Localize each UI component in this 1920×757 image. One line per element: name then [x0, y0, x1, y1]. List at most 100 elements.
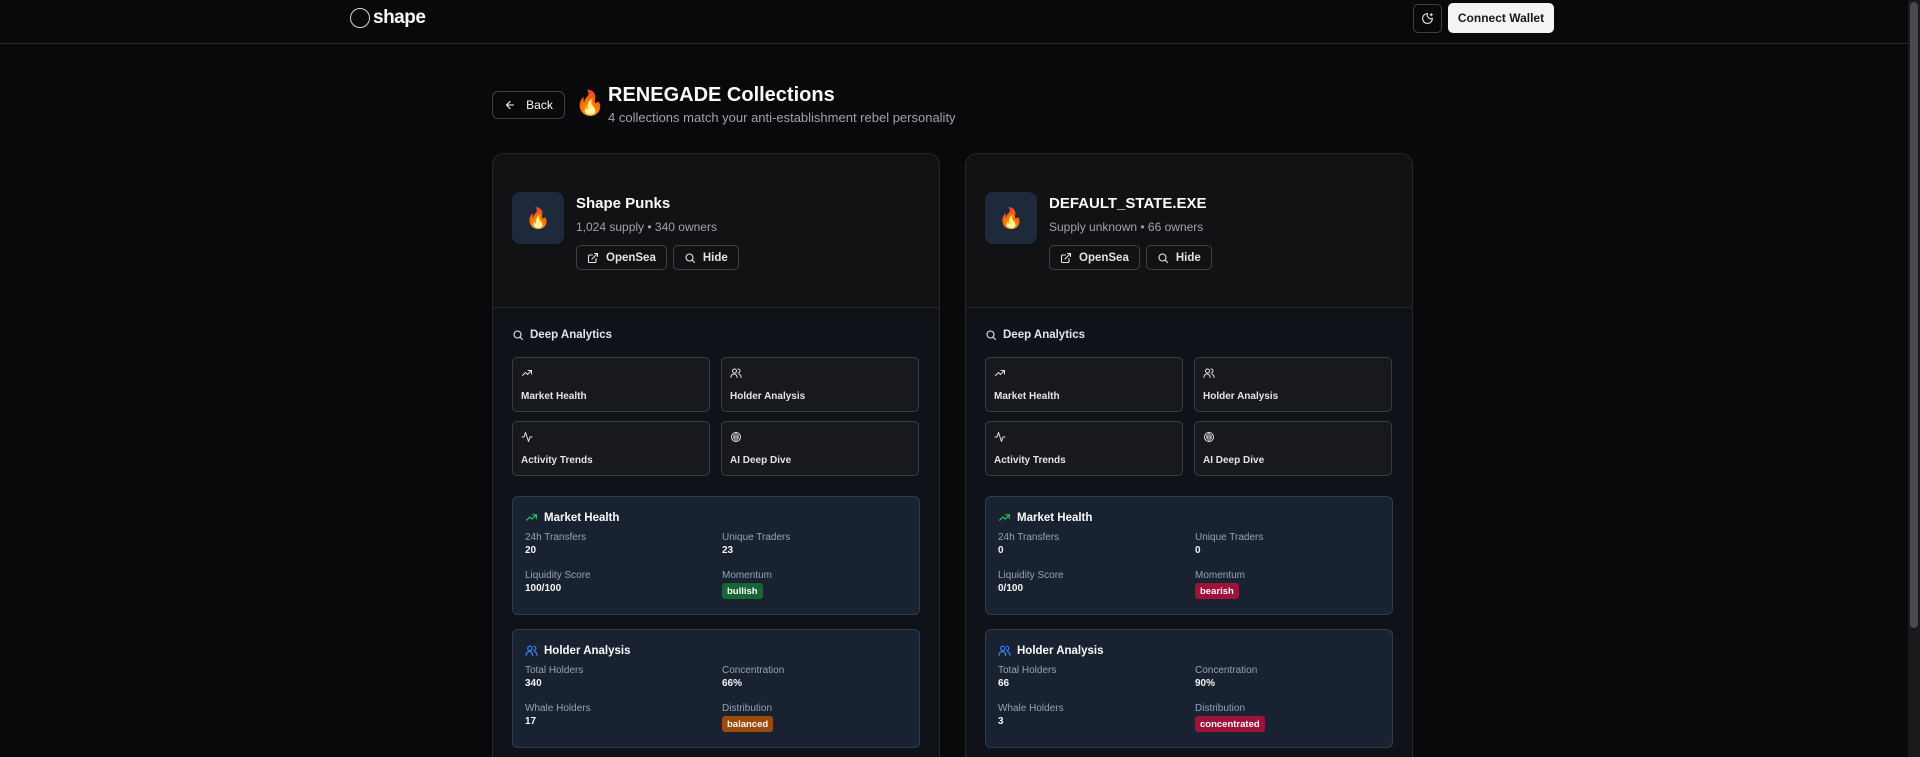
momentum-label: Momentum	[1195, 570, 1246, 581]
collection-avatar-fire-icon: 🔥	[512, 192, 564, 244]
liquidity-score-label: Liquidity Score	[998, 570, 1064, 581]
market-health-title: Market Health	[544, 511, 620, 524]
collection-meta: Supply unknown • 66 owners	[1049, 220, 1204, 234]
unique-traders-label: Unique Traders	[1195, 532, 1264, 543]
brain-icon	[731, 432, 741, 442]
holder-analysis-panel: Holder Analysis Total Holders 66 Concent…	[985, 629, 1393, 748]
tile-label: Holder Analysis	[1203, 391, 1279, 402]
arrow-left-icon	[506, 100, 515, 110]
collection-avatar-fire-icon: 🔥	[985, 192, 1037, 244]
distribution-badge: balanced	[722, 716, 774, 732]
distribution-badge: concentrated	[1195, 716, 1265, 732]
whale-holders-label: Whale Holders	[998, 703, 1064, 714]
logo-text: shape	[373, 7, 426, 28]
users-icon	[1203, 368, 1215, 378]
collection-meta: 1,024 supply • 340 owners	[576, 220, 717, 234]
tile-label: Holder Analysis	[730, 391, 806, 402]
transfers-24h-label: 24h Transfers	[998, 532, 1060, 543]
search-icon	[986, 330, 997, 341]
concentration-value: 66%	[722, 678, 743, 689]
transfers-24h-value: 20	[525, 545, 537, 556]
collection-card: 🔥 DEFAULT_STATE.EXE Supply unknown • 66 …	[965, 153, 1413, 757]
search-icon	[685, 252, 695, 263]
ai-deep-dive-tile[interactable]: AI Deep Dive	[721, 421, 919, 476]
connect-wallet-button[interactable]: Connect Wallet	[1448, 3, 1554, 33]
momentum-badge: bearish	[1195, 583, 1239, 599]
concentration-label: Concentration	[722, 665, 785, 676]
collection-card: 🔥 Shape Punks 1,024 supply • 340 owners …	[492, 153, 940, 757]
hide-button[interactable]: Hide	[672, 245, 739, 270]
opensea-button[interactable]: OpenSea	[1049, 245, 1140, 270]
unique-traders-value: 0	[1195, 545, 1201, 556]
users-icon	[730, 368, 742, 378]
activity-trends-tile[interactable]: Activity Trends	[512, 421, 710, 476]
market-health-tile[interactable]: Market Health	[985, 357, 1183, 412]
activity-trends-tile[interactable]: Activity Trends	[985, 421, 1183, 476]
hide-button[interactable]: Hide	[1145, 245, 1212, 270]
deep-analytics-label: Deep Analytics	[1003, 329, 1086, 341]
total-holders-value: 66	[998, 678, 1010, 689]
back-button[interactable]: Back	[492, 91, 565, 119]
holder-analysis-title: Holder Analysis	[544, 644, 631, 657]
collection-card-header: 🔥 Shape Punks 1,024 supply • 340 owners …	[493, 154, 939, 308]
activity-icon	[994, 432, 1006, 442]
external-link-icon	[1060, 252, 1072, 263]
liquidity-score-value: 100/100	[525, 583, 562, 594]
logo-mark-icon	[350, 8, 370, 28]
total-holders-label: Total Holders	[998, 665, 1057, 676]
collection-card-header: 🔥 DEFAULT_STATE.EXE Supply unknown • 66 …	[966, 154, 1412, 308]
page-subtitle: 4 collections match your anti-establishm…	[608, 110, 956, 125]
users-icon	[525, 645, 538, 656]
holder-analysis-panel: Holder Analysis Total Holders 340 Concen…	[512, 629, 920, 748]
holder-analysis-tile[interactable]: Holder Analysis	[1194, 357, 1392, 412]
liquidity-score-label: Liquidity Score	[525, 570, 591, 581]
opensea-button[interactable]: OpenSea	[576, 245, 667, 270]
distribution-label: Distribution	[722, 703, 773, 714]
scrollbar-thumb[interactable]	[1910, 2, 1918, 628]
top-nav: shape Connect Wallet	[0, 0, 1908, 44]
momentum-badge: bullish	[722, 583, 763, 599]
holder-analysis-tile[interactable]: Holder Analysis	[721, 357, 919, 412]
whale-holders-value: 17	[525, 716, 537, 727]
search-icon	[513, 330, 524, 341]
back-button-label: Back	[526, 98, 553, 112]
logo[interactable]: shape	[350, 7, 426, 29]
opensea-label: OpenSea	[1079, 251, 1129, 264]
liquidity-score-value: 0/100	[998, 583, 1024, 594]
tile-label: Market Health	[994, 391, 1060, 402]
trending-up-icon	[999, 514, 1010, 521]
tile-label: Activity Trends	[521, 455, 593, 466]
trending-up-icon	[526, 514, 537, 521]
moon-sun-icon	[1422, 13, 1433, 24]
concentration-value: 90%	[1195, 678, 1216, 689]
market-health-title: Market Health	[1017, 511, 1093, 524]
trending-up-icon	[995, 370, 1005, 376]
theme-toggle-button[interactable]	[1413, 4, 1442, 33]
external-link-icon	[587, 252, 599, 263]
transfers-24h-value: 0	[998, 545, 1004, 556]
tile-label: AI Deep Dive	[730, 455, 792, 466]
deep-analytics-heading: Deep Analytics	[512, 329, 612, 341]
whale-holders-label: Whale Holders	[525, 703, 591, 714]
tile-label: Activity Trends	[994, 455, 1066, 466]
total-holders-label: Total Holders	[525, 665, 584, 676]
distribution-label: Distribution	[1195, 703, 1246, 714]
activity-icon	[521, 432, 533, 442]
users-icon	[998, 645, 1011, 656]
concentration-label: Concentration	[1195, 665, 1258, 676]
whale-holders-value: 3	[998, 716, 1004, 727]
total-holders-value: 340	[525, 678, 542, 689]
hide-label: Hide	[1175, 251, 1201, 264]
market-health-tile[interactable]: Market Health	[512, 357, 710, 412]
market-health-panel: Market Health 24h Transfers 20 Unique Tr…	[512, 496, 920, 615]
holder-analysis-title: Holder Analysis	[1017, 644, 1104, 657]
deep-analytics-label: Deep Analytics	[530, 329, 613, 341]
ai-deep-dive-tile[interactable]: AI Deep Dive	[1194, 421, 1392, 476]
momentum-label: Momentum	[722, 570, 773, 581]
hide-label: Hide	[702, 251, 728, 264]
collection-name: Shape Punks	[576, 195, 671, 212]
collection-name: DEFAULT_STATE.EXE	[1049, 195, 1207, 212]
page-scrollbar[interactable]	[1908, 0, 1920, 757]
trending-up-icon	[522, 370, 532, 376]
unique-traders-label: Unique Traders	[722, 532, 791, 543]
